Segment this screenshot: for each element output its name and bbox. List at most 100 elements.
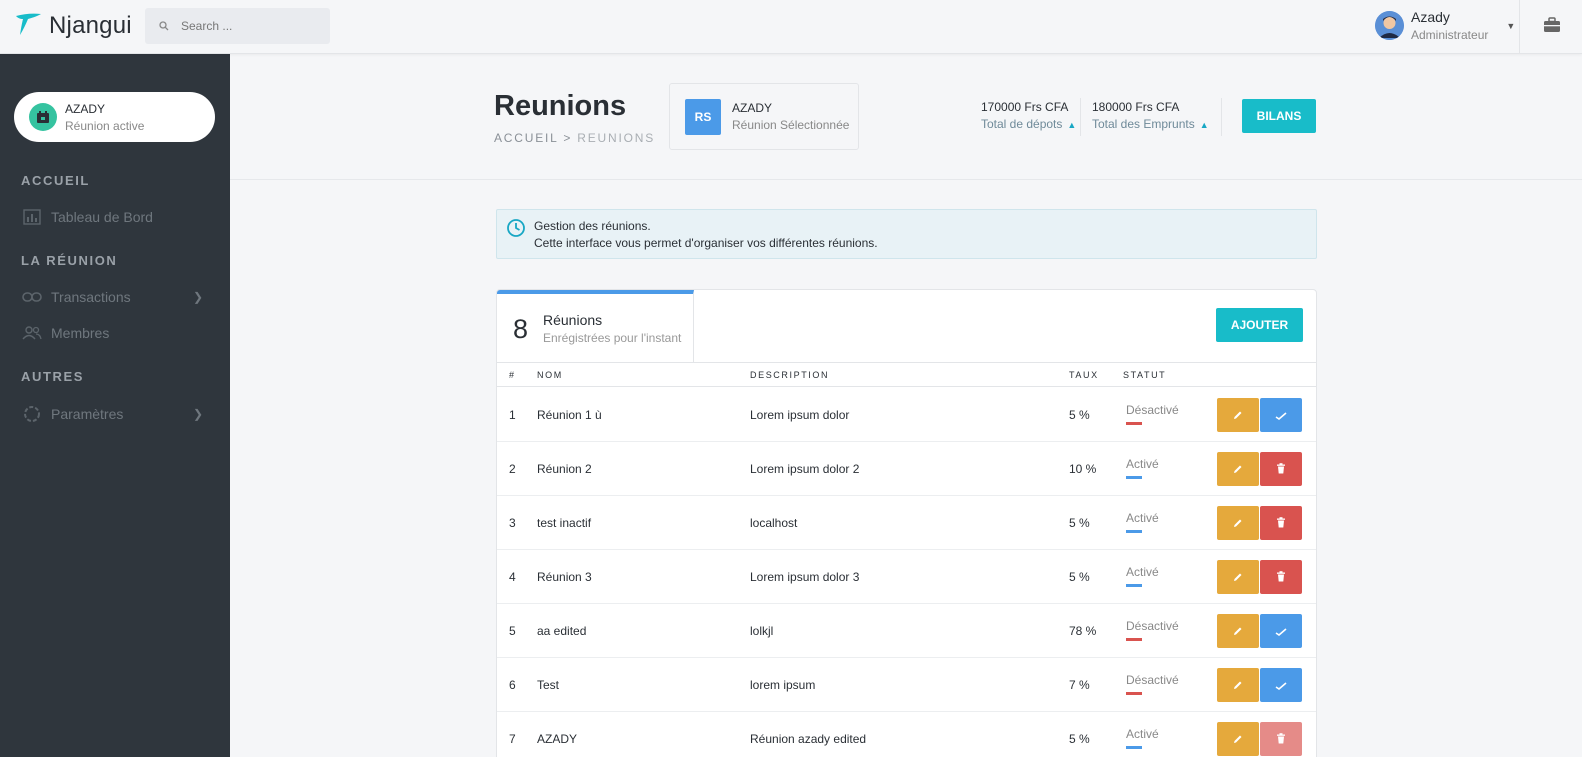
status-badge: Activé xyxy=(1126,511,1159,525)
row-name: Réunion 2 xyxy=(537,462,592,476)
meetings-table-card: 8 Réunions Enrégistrées pour l'instant A… xyxy=(496,289,1317,757)
pencil-icon xyxy=(1233,462,1243,477)
row-name: Test xyxy=(537,678,560,692)
chevron-right-icon: ❯ xyxy=(192,407,203,421)
sidebar-item-tableau-de-bord[interactable]: Tableau de Bord xyxy=(22,205,207,229)
sidebar-section-accueil: ACCUEIL xyxy=(21,173,90,188)
row-description: lolkjl xyxy=(750,624,774,638)
check-icon xyxy=(1275,624,1287,639)
row-name: test inactif xyxy=(537,516,592,530)
settings-icon xyxy=(22,405,42,423)
info-title: Gestion des réunions. xyxy=(534,219,651,233)
status-badge: Désactivé xyxy=(1126,673,1179,687)
edit-button[interactable] xyxy=(1217,668,1259,702)
table-row: 3 test inactif localhost 5 % Activé xyxy=(497,496,1316,550)
breadcrumb-home[interactable]: ACCUEIL xyxy=(494,131,558,145)
delete-button[interactable] xyxy=(1260,452,1302,486)
divider xyxy=(1080,98,1081,136)
briefcase-icon[interactable] xyxy=(1543,17,1561,36)
trash-icon xyxy=(1276,732,1286,747)
row-name: aa edited xyxy=(537,624,587,638)
stat-deposits: 170000 Frs CFA Total de dépots ▲ xyxy=(981,100,1076,131)
pencil-icon xyxy=(1233,516,1243,531)
row-taux: 5 % xyxy=(1069,516,1090,530)
stat-deposits-value: 170000 Frs CFA xyxy=(981,100,1069,114)
status-indicator xyxy=(1126,692,1142,695)
status-indicator xyxy=(1126,746,1142,749)
sidebar: AZADY Réunion active ACCUEIL Tableau de … xyxy=(0,54,230,757)
edit-button[interactable] xyxy=(1217,560,1259,594)
edit-button[interactable] xyxy=(1217,398,1259,432)
status-badge: Désactivé xyxy=(1126,403,1179,417)
stat-loans: 180000 Frs CFA Total des Emprunts ▲ xyxy=(1092,100,1209,131)
calendar-icon xyxy=(29,103,57,131)
clock-icon xyxy=(506,218,526,241)
row-number: 4 xyxy=(509,570,516,584)
sidebar-item-transactions[interactable]: Transactions ❯ xyxy=(22,285,207,309)
app-logo[interactable]: Njangui xyxy=(14,10,132,41)
column-header-nom: NOM xyxy=(537,370,563,380)
table-row: 2 Réunion 2 Lorem ipsum dolor 2 10 % Activé xyxy=(497,442,1316,496)
chevron-down-icon[interactable]: ▼ xyxy=(1506,21,1515,31)
table-row: 7 AZADY Réunion azady edited 5 % Activé xyxy=(497,712,1316,757)
row-taux: 10 % xyxy=(1069,462,1097,476)
bird-logo-icon xyxy=(14,10,42,41)
status-indicator xyxy=(1126,530,1142,533)
selected-meeting-card[interactable]: RS AZADY Réunion Sélectionnée xyxy=(669,83,859,150)
add-meeting-button[interactable]: AJOUTER xyxy=(1216,308,1303,342)
chevron-up-icon: ▲ xyxy=(1067,120,1077,130)
edit-button[interactable] xyxy=(1217,722,1259,756)
active-meeting-subtitle: Réunion active xyxy=(65,118,145,133)
page-title: Reunions xyxy=(494,90,627,122)
row-description: Lorem ipsum dolor 3 xyxy=(750,570,860,584)
row-number: 6 xyxy=(509,678,516,692)
sidebar-item-label: Tableau de Bord xyxy=(51,209,153,225)
pencil-icon xyxy=(1233,570,1243,585)
user-menu[interactable]: Azady Administrateur ▼ xyxy=(1375,9,1515,42)
breadcrumb: ACCUEIL > REUNIONS xyxy=(494,131,655,145)
status-badge: Activé xyxy=(1126,727,1159,741)
row-description: lorem ipsum xyxy=(750,678,816,692)
status-badge: Désactivé xyxy=(1126,619,1179,633)
edit-button[interactable] xyxy=(1217,614,1259,648)
status-indicator xyxy=(1126,476,1142,479)
stat-deposits-label: Total de dépots xyxy=(981,117,1063,131)
active-meeting-card[interactable]: AZADY Réunion active xyxy=(14,92,215,142)
page-header: Reunions ACCUEIL > REUNIONS RS AZADY Réu… xyxy=(230,54,1582,180)
table-header: # NOM DESCRIPTION TAUX STATUT xyxy=(497,362,1316,387)
row-description: Lorem ipsum dolor xyxy=(750,408,850,422)
bilans-button[interactable]: BILANS xyxy=(1242,99,1316,133)
status-indicator xyxy=(1126,422,1142,425)
sidebar-item-parametres[interactable]: Paramètres ❯ xyxy=(22,402,207,426)
status-indicator xyxy=(1126,584,1142,587)
search-input[interactable] xyxy=(181,19,321,33)
selected-meeting-subtitle: Réunion Sélectionnée xyxy=(732,118,850,132)
table-row: 4 Réunion 3 Lorem ipsum dolor 3 5 % Activé xyxy=(497,550,1316,604)
app-name: Njangui xyxy=(49,11,132,39)
edit-button[interactable] xyxy=(1217,506,1259,540)
column-header-taux: TAUX xyxy=(1069,370,1099,380)
status-badge: Activé xyxy=(1126,565,1159,579)
sidebar-item-membres[interactable]: Membres xyxy=(22,321,207,345)
delete-button[interactable] xyxy=(1260,560,1302,594)
trash-icon xyxy=(1276,570,1286,585)
activate-button[interactable] xyxy=(1260,614,1302,648)
search-box[interactable] xyxy=(145,8,330,44)
user-name: Azady xyxy=(1411,9,1450,25)
activate-button[interactable] xyxy=(1260,398,1302,432)
divider xyxy=(1519,0,1520,54)
chart-icon xyxy=(22,209,42,225)
activate-button[interactable] xyxy=(1260,668,1302,702)
trash-icon xyxy=(1276,462,1286,477)
stat-loans-value: 180000 Frs CFA xyxy=(1092,100,1180,114)
row-description: localhost xyxy=(750,516,798,530)
sidebar-item-label: Membres xyxy=(51,325,110,341)
stat-loans-label: Total des Emprunts xyxy=(1092,117,1195,131)
delete-button-disabled xyxy=(1260,722,1302,756)
chevron-right-icon: ❯ xyxy=(192,290,203,304)
pencil-icon xyxy=(1233,624,1243,639)
edit-button[interactable] xyxy=(1217,452,1259,486)
table-row: 1 Réunion 1 ù Lorem ipsum dolor 5 % Désactiv… xyxy=(497,388,1316,442)
delete-button[interactable] xyxy=(1260,506,1302,540)
row-number: 7 xyxy=(509,732,516,746)
